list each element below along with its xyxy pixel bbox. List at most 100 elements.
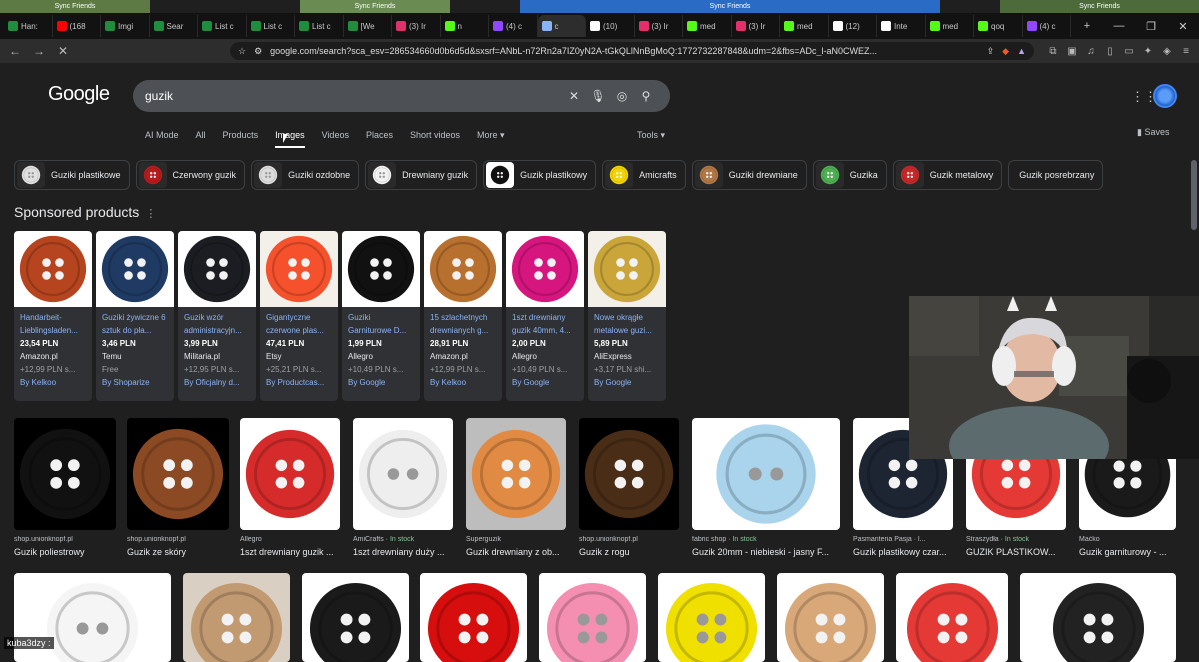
browser-tab[interactable]: n (441, 15, 489, 37)
search-nav-item[interactable]: More ▾ (477, 130, 505, 148)
result-image[interactable] (658, 573, 765, 662)
product-title[interactable]: Guziki Garniturowe D... (348, 311, 414, 337)
browser-tab[interactable]: (3) Ir (732, 15, 780, 37)
product-image[interactable] (178, 231, 256, 307)
sponsored-product-card[interactable]: Guzik wzór administracyjn... 3,99 PLN Mili… (178, 231, 256, 401)
related-chip[interactable]: Drewniany guzik (365, 160, 478, 190)
vpn-icon[interactable]: ◈ (1162, 46, 1172, 57)
search-nav-item[interactable]: AI Mode (145, 130, 179, 148)
product-title[interactable]: Gigantyczne czerwone plas... (266, 311, 332, 337)
search-icon[interactable]: ⚲ (634, 89, 658, 103)
tools-button[interactable]: Tools ▾ (637, 130, 665, 141)
result-image[interactable] (466, 418, 566, 530)
product-image[interactable] (14, 231, 92, 307)
leo-icon[interactable]: ✦ (1143, 46, 1153, 57)
related-chip[interactable]: Amicrafts (602, 160, 686, 190)
brave-rewards-icon[interactable]: ▲ (1017, 46, 1026, 56)
result-source[interactable]: shop.unionknopf.pl (14, 536, 116, 543)
result-image[interactable] (353, 418, 453, 530)
product-image[interactable] (96, 231, 174, 307)
sponsored-product-card[interactable]: 1szt drewniany guzik 40mm, 4... 2,00 PLN A… (506, 231, 584, 401)
site-info-icon[interactable]: ⚙ (254, 46, 262, 57)
result-image[interactable] (302, 573, 409, 662)
result-caption[interactable]: 1szt drewniany duży ... (353, 547, 453, 557)
result-source[interactable]: shop.unionknopf.pl (579, 536, 679, 543)
related-chip[interactable]: Guzik metalowy (892, 160, 1003, 190)
browser-tab[interactable]: List c (247, 15, 295, 37)
search-nav-item[interactable]: Places (366, 130, 393, 148)
extension-icon[interactable]: ⧉ (1048, 46, 1058, 57)
result-source[interactable]: Superguzik (466, 536, 566, 543)
browser-tab[interactable]: med (683, 15, 732, 37)
clear-icon[interactable]: ✕ (562, 89, 586, 103)
product-provider[interactable]: By Google (512, 376, 578, 389)
browser-tab[interactable]: (168 (53, 15, 101, 37)
result-image[interactable] (777, 573, 884, 662)
related-chip[interactable]: Guziki drewniane (691, 160, 807, 190)
result-caption[interactable]: Guzik ze skóry (127, 547, 229, 557)
result-image[interactable] (1020, 573, 1176, 662)
new-tab-button[interactable]: + (1071, 20, 1103, 33)
product-image[interactable] (342, 231, 420, 307)
result-source[interactable]: Allegro (240, 536, 340, 543)
result-source[interactable]: fabric shop · In stock (692, 536, 840, 543)
browser-tab[interactable]: Inte (877, 15, 926, 37)
saves-button[interactable]: ▮ Saves (1137, 127, 1169, 138)
maximize-button[interactable]: ❐ (1135, 20, 1167, 33)
browser-tab[interactable]: List c (295, 15, 344, 37)
related-chip[interactable]: Guziki plastikowe (14, 160, 130, 190)
avatar[interactable] (1153, 84, 1177, 108)
google-logo[interactable]: Google (48, 83, 110, 106)
bookmark-icon[interactable]: ☆ (238, 46, 246, 57)
more-options-icon[interactable]: ⋮ (145, 208, 156, 220)
browser-tab[interactable]: Sear (150, 15, 198, 37)
music-icon[interactable]: ♫ (1086, 46, 1096, 57)
stop-loading-button[interactable]: ✕ (56, 44, 70, 58)
related-chip[interactable]: Guziki ozdobne (251, 160, 360, 190)
browser-tab[interactable]: List c (198, 15, 247, 37)
result-image[interactable] (579, 418, 679, 530)
product-provider[interactable]: By Productcas... (266, 376, 332, 389)
browser-tab[interactable]: Imgi (101, 15, 150, 37)
related-chip[interactable]: Guzik plastikowy (483, 160, 597, 190)
product-image[interactable] (506, 231, 584, 307)
browser-tab[interactable]: (10) (586, 15, 635, 37)
search-nav-item[interactable]: All (196, 130, 206, 148)
result-image[interactable] (240, 418, 340, 530)
product-title[interactable]: 1szt drewniany guzik 40mm, 4... (512, 311, 578, 337)
result-caption[interactable]: Guzik poliestrowy (14, 547, 116, 557)
menu-icon[interactable]: ≡ (1181, 46, 1191, 57)
result-image[interactable] (183, 573, 290, 662)
search-input[interactable]: guzik (145, 89, 562, 103)
result-caption[interactable]: Guzik plastikowy czar... (853, 547, 953, 557)
result-image[interactable] (127, 418, 229, 530)
sponsored-product-card[interactable]: Gigantyczne czerwone plas... 47,41 PLN Ets… (260, 231, 338, 401)
result-image[interactable] (14, 418, 116, 530)
related-chip[interactable]: Guzika (812, 160, 887, 190)
product-image[interactable] (588, 231, 666, 307)
wallet-icon[interactable]: ▭ (1124, 46, 1134, 57)
result-image[interactable] (420, 573, 527, 662)
result-caption[interactable]: 1szt drewniany guzik ... (240, 547, 340, 557)
close-window-button[interactable]: ✕ (1167, 20, 1199, 33)
product-image[interactable] (424, 231, 502, 307)
browser-tab[interactable]: (4) c (489, 15, 538, 37)
result-image[interactable] (539, 573, 646, 662)
related-chip[interactable]: Guzik posrebrzany (1008, 160, 1104, 190)
search-nav-item[interactable]: Products (223, 130, 259, 148)
result-caption[interactable]: Guzik z rogu (579, 547, 679, 557)
product-provider[interactable]: By Google (594, 376, 660, 389)
result-caption[interactable]: Guzik garniturowy - ... (1079, 547, 1176, 557)
product-provider[interactable]: By Google (348, 376, 414, 389)
sponsored-product-card[interactable]: Nowe okrągłe metalowe guzi... 5,89 PLN Ali… (588, 231, 666, 401)
forward-button[interactable]: → (32, 44, 46, 58)
browser-tab[interactable]: (4) c (1023, 15, 1071, 37)
search-nav-item[interactable]: Videos (322, 130, 349, 148)
address-bar[interactable]: ☆ ⚙ google.com/search?sca_esv=286534660d… (230, 42, 1034, 60)
screenshot-icon[interactable]: ▣ (1067, 46, 1077, 57)
result-caption[interactable]: Guzik drewniany z ob... (466, 547, 566, 557)
sponsored-product-card[interactable]: Guziki Garniturowe D... 1,99 PLN Allegro +1… (342, 231, 420, 401)
search-box[interactable]: guzik ✕ 🎙 ◎ ⚲ (133, 80, 670, 112)
product-title[interactable]: Guziki żywiczne 6 sztuk do pła... (102, 311, 168, 337)
brave-shield-icon[interactable]: ◆ (1002, 46, 1009, 57)
